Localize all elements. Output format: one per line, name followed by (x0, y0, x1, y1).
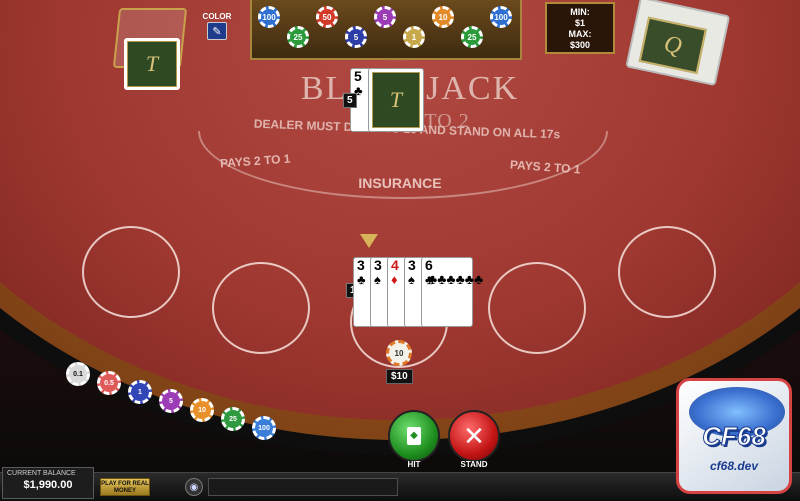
dealer-card-rank: 5 (354, 68, 362, 84)
rack-chip: 25 (461, 26, 483, 48)
bet-spot-1[interactable] (82, 226, 180, 318)
player-hand: 3 ♣ 3 ♠ 4 ♦ 3 ♠ 6 ♣ ♣♣♣♣♣♣ (353, 257, 484, 329)
rack-chip: 1 (403, 26, 425, 48)
table-limits: MIN: $1 MAX: $300 (545, 2, 615, 54)
bet-spot-2[interactable] (212, 262, 310, 354)
suit-icon: ♠ (408, 272, 415, 287)
current-balance: CURRENT BALANCE $1,990.00 (2, 467, 94, 499)
max-value: $300 (569, 40, 591, 50)
hit-button[interactable]: ◆ (388, 410, 440, 462)
brand-watermark: CF68 cf68.dev (676, 378, 792, 494)
close-icon: ✕ (463, 421, 485, 451)
card-icon: ◆ (407, 427, 421, 445)
dealer-card-hole: T (368, 68, 424, 132)
casino-logo-icon (360, 233, 430, 255)
min-label: MIN: (570, 7, 590, 17)
card-pips: ♣♣♣♣♣♣ (428, 271, 484, 287)
card-rank: 3 (357, 257, 365, 273)
dealer-chip-rack: 100 25 50 5 5 1 10 25 100 (250, 0, 522, 60)
chip-10[interactable]: 10 (190, 398, 214, 422)
rack-chip: 5 (374, 6, 396, 28)
dealer-hand: 5 ♣ T (350, 68, 424, 134)
balance-label: CURRENT BALANCE (7, 470, 76, 477)
bet-spot-4[interactable] (488, 262, 586, 354)
chip-25[interactable]: 25 (221, 407, 245, 431)
rack-chip: 25 (287, 26, 309, 48)
chip-100[interactable]: 100 (252, 416, 276, 440)
message-bar (208, 478, 398, 496)
discard-tray: T (112, 8, 188, 90)
card-back: T (127, 41, 177, 87)
hit-label: HIT (407, 460, 421, 469)
player-bet-amount: $10 (386, 369, 413, 384)
rack-chip: 10 (432, 6, 454, 28)
balance-value: $1,990.00 (23, 479, 73, 491)
bet-spot-5[interactable] (618, 226, 716, 318)
color-button[interactable]: COLOR ✎ (202, 12, 232, 44)
suit-icon: ♣ (357, 272, 366, 287)
max-label: MAX: (568, 29, 592, 39)
play-real-money-button[interactable]: PLAY FOR REAL MONEY (100, 478, 150, 496)
stand-label: STAND (460, 460, 488, 469)
blackjack-game: T COLOR ✎ 100 25 50 5 5 1 10 25 100 MIN: $1 MAX:… (0, 0, 800, 501)
player-bet-chip: 10 (386, 340, 412, 366)
chip-0.1[interactable]: 0.1 (66, 362, 90, 386)
sound-icon[interactable]: ◉ (185, 478, 203, 496)
chip-5[interactable]: 5 (159, 389, 183, 413)
chip-1[interactable]: 1 (128, 380, 152, 404)
rack-chip: 50 (316, 6, 338, 28)
insurance-text: INSURANCE (358, 175, 442, 191)
discard-card: T (124, 38, 180, 90)
suit-icon: ♦ (391, 272, 398, 287)
paintbrush-icon: ✎ (207, 22, 227, 40)
rack-chip: 5 (345, 26, 367, 48)
chip-0.5[interactable]: 0.5 (97, 371, 121, 395)
rack-chip: 100 (490, 6, 512, 28)
dealer-score: 5 (343, 93, 357, 108)
card-rank: 3 (408, 257, 416, 273)
player-card: 6 ♣ ♣♣♣♣♣♣ (421, 257, 484, 327)
watermark-domain: cf68.dev (709, 459, 759, 473)
color-button-label: COLOR (202, 12, 232, 21)
min-value: $1 (574, 18, 585, 28)
stand-button[interactable]: ✕ (448, 410, 500, 462)
suit-icon: ♠ (374, 272, 381, 287)
rack-chip: 100 (258, 6, 280, 28)
card-back: T (372, 72, 420, 128)
card-rank: 4 (391, 257, 399, 273)
watermark-brand: CF68 (702, 421, 767, 452)
card-rank: 3 (374, 257, 382, 273)
